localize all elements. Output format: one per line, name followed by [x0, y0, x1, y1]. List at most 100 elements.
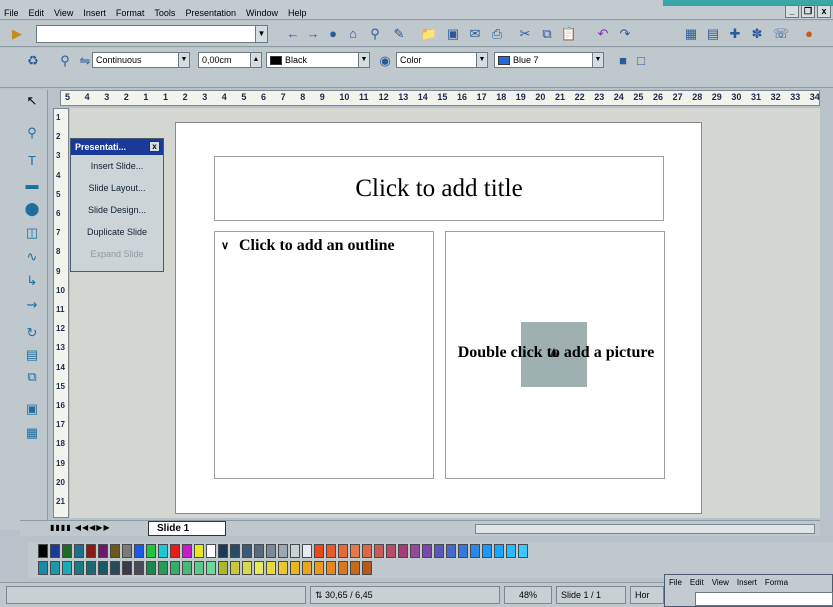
palette-color-swatch[interactable]	[170, 544, 180, 558]
stop-icon[interactable]: ●	[324, 25, 342, 43]
connector-icon[interactable]: ⇝	[22, 296, 42, 314]
zoom-field[interactable]: 48%	[504, 586, 552, 604]
arrange-icon[interactable]: ⧉	[22, 368, 42, 386]
print-icon[interactable]: ⎙	[488, 25, 506, 43]
ellipse-icon[interactable]: ⬤	[22, 200, 42, 218]
crosshair-icon[interactable]: ✚	[726, 25, 744, 43]
palette-color-swatch[interactable]	[230, 544, 240, 558]
menu-tools[interactable]: Tools	[154, 6, 175, 20]
load-url-icon[interactable]: ▶	[8, 25, 26, 43]
palette-color-swatch[interactable]	[206, 544, 216, 558]
line-width-spinner[interactable]: 0,00cm ▲	[198, 52, 262, 68]
3d-objects-icon[interactable]: ◫	[22, 224, 42, 242]
help-icon[interactable]: ☏	[772, 25, 790, 43]
rotate-icon[interactable]: ↻	[22, 324, 42, 342]
rectangle-icon[interactable]: ▬	[22, 176, 42, 194]
cut-icon[interactable]: ✂	[516, 25, 534, 43]
palette-color-swatch[interactable]	[110, 544, 120, 558]
palette-color-swatch[interactable]	[134, 544, 144, 558]
alignment-icon[interactable]: ▤	[22, 346, 42, 364]
mail-icon[interactable]: ✉	[466, 25, 484, 43]
palette-color-swatch[interactable]	[314, 561, 324, 575]
curve-icon[interactable]: ∿	[22, 248, 42, 266]
palette-color-swatch[interactable]	[50, 561, 60, 575]
palette-color-swatch[interactable]	[434, 544, 444, 558]
edit-file-icon[interactable]: ✎	[390, 25, 408, 43]
palette-color-swatch[interactable]	[86, 561, 96, 575]
minimize-button[interactable]: _	[785, 5, 799, 18]
palette-color-swatch[interactable]	[326, 544, 336, 558]
palette-color-swatch[interactable]	[62, 561, 72, 575]
lines-arrows-icon[interactable]: ↳	[22, 272, 42, 290]
menu-presentation[interactable]: Presentation	[185, 6, 236, 20]
mini-menu-edit[interactable]: Edit	[690, 578, 704, 587]
mini-menu-file[interactable]: File	[669, 578, 682, 587]
restore-button[interactable]: ❐	[801, 5, 815, 18]
palette-color-swatch[interactable]	[518, 544, 528, 558]
shadow-icon[interactable]: ■	[614, 52, 632, 70]
forward-icon[interactable]: →	[304, 25, 322, 43]
chevron-down-icon[interactable]: ▼	[358, 53, 369, 67]
close-icon[interactable]: x	[149, 141, 160, 152]
palette-color-swatch[interactable]	[362, 561, 372, 575]
palette-color-swatch[interactable]	[302, 561, 312, 575]
palette-color-swatch[interactable]	[38, 544, 48, 558]
palette-color-swatch[interactable]	[482, 544, 492, 558]
palette-color-swatch[interactable]	[62, 544, 72, 558]
search-icon[interactable]: ⚲	[366, 25, 384, 43]
palette-color-swatch[interactable]	[254, 544, 264, 558]
redo-icon[interactable]: ↷	[616, 25, 634, 43]
palette-color-swatch[interactable]	[158, 544, 168, 558]
menu-view[interactable]: View	[54, 6, 73, 20]
undo-icon[interactable]: ↶	[594, 25, 612, 43]
palette-color-swatch[interactable]	[242, 561, 252, 575]
palette-color-swatch[interactable]	[338, 561, 348, 575]
palette-color-swatch[interactable]	[38, 561, 48, 575]
insert-slide-button[interactable]: Insert Slide...	[71, 155, 163, 177]
palette-color-swatch[interactable]	[446, 544, 456, 558]
open-folder-icon[interactable]: 📁	[420, 25, 438, 43]
menu-help[interactable]: Help	[288, 6, 307, 20]
line-style-select[interactable]: Continuous ▼	[92, 52, 190, 68]
palette-color-swatch[interactable]	[458, 544, 468, 558]
frame-icon[interactable]: □	[632, 52, 650, 70]
save-icon[interactable]: ▣	[444, 25, 462, 43]
palette-color-swatch[interactable]	[242, 544, 252, 558]
tab-slide-1[interactable]: Slide 1	[148, 521, 226, 536]
palette-color-swatch[interactable]	[98, 544, 108, 558]
menu-format[interactable]: Format	[116, 6, 145, 20]
palette-color-swatch[interactable]	[266, 544, 276, 558]
picture-placeholder[interactable]: ▲ Double click to add a picture	[445, 231, 665, 479]
palette-color-swatch[interactable]	[170, 561, 180, 575]
palette-color-swatch[interactable]	[134, 561, 144, 575]
palette-color-swatch[interactable]	[122, 544, 132, 558]
menu-insert[interactable]: Insert	[83, 6, 106, 20]
copy-icon[interactable]: ⧉	[538, 25, 556, 43]
palette-color-swatch[interactable]	[110, 561, 120, 575]
palette-color-swatch[interactable]	[278, 561, 288, 575]
palette-color-swatch[interactable]	[302, 544, 312, 558]
palette-color-swatch[interactable]	[50, 544, 60, 558]
title-placeholder[interactable]: Click to add title	[214, 156, 664, 221]
palette-color-swatch[interactable]	[290, 544, 300, 558]
line-ends-icon[interactable]: ♻	[24, 52, 42, 70]
url-input[interactable]: ▼	[36, 25, 268, 43]
palette-color-swatch[interactable]	[74, 544, 84, 558]
palette-color-swatch[interactable]	[218, 544, 228, 558]
chevron-down-icon[interactable]: ▼	[178, 53, 189, 67]
palette-color-swatch[interactable]	[278, 544, 288, 558]
palette-color-swatch[interactable]	[314, 544, 324, 558]
line-color-select[interactable]: Black ▼	[266, 52, 370, 68]
palette-color-swatch[interactable]	[194, 544, 204, 558]
menu-edit[interactable]: Edit	[29, 6, 45, 20]
area-color-select[interactable]: Blue 7 ▼	[494, 52, 604, 68]
palette-color-swatch[interactable]	[410, 544, 420, 558]
palette-color-swatch[interactable]	[98, 561, 108, 575]
palette-color-swatch[interactable]	[146, 561, 156, 575]
secondary-window-input[interactable]	[695, 592, 833, 606]
menu-window[interactable]: Window	[246, 6, 278, 20]
chevron-down-icon[interactable]: ▼	[476, 53, 487, 67]
palette-color-swatch[interactable]	[74, 561, 84, 575]
palette-color-swatch[interactable]	[338, 544, 348, 558]
view-mode-buttons[interactable]: ▮▮▮▮ ◀◀◀▶▶	[50, 523, 111, 532]
